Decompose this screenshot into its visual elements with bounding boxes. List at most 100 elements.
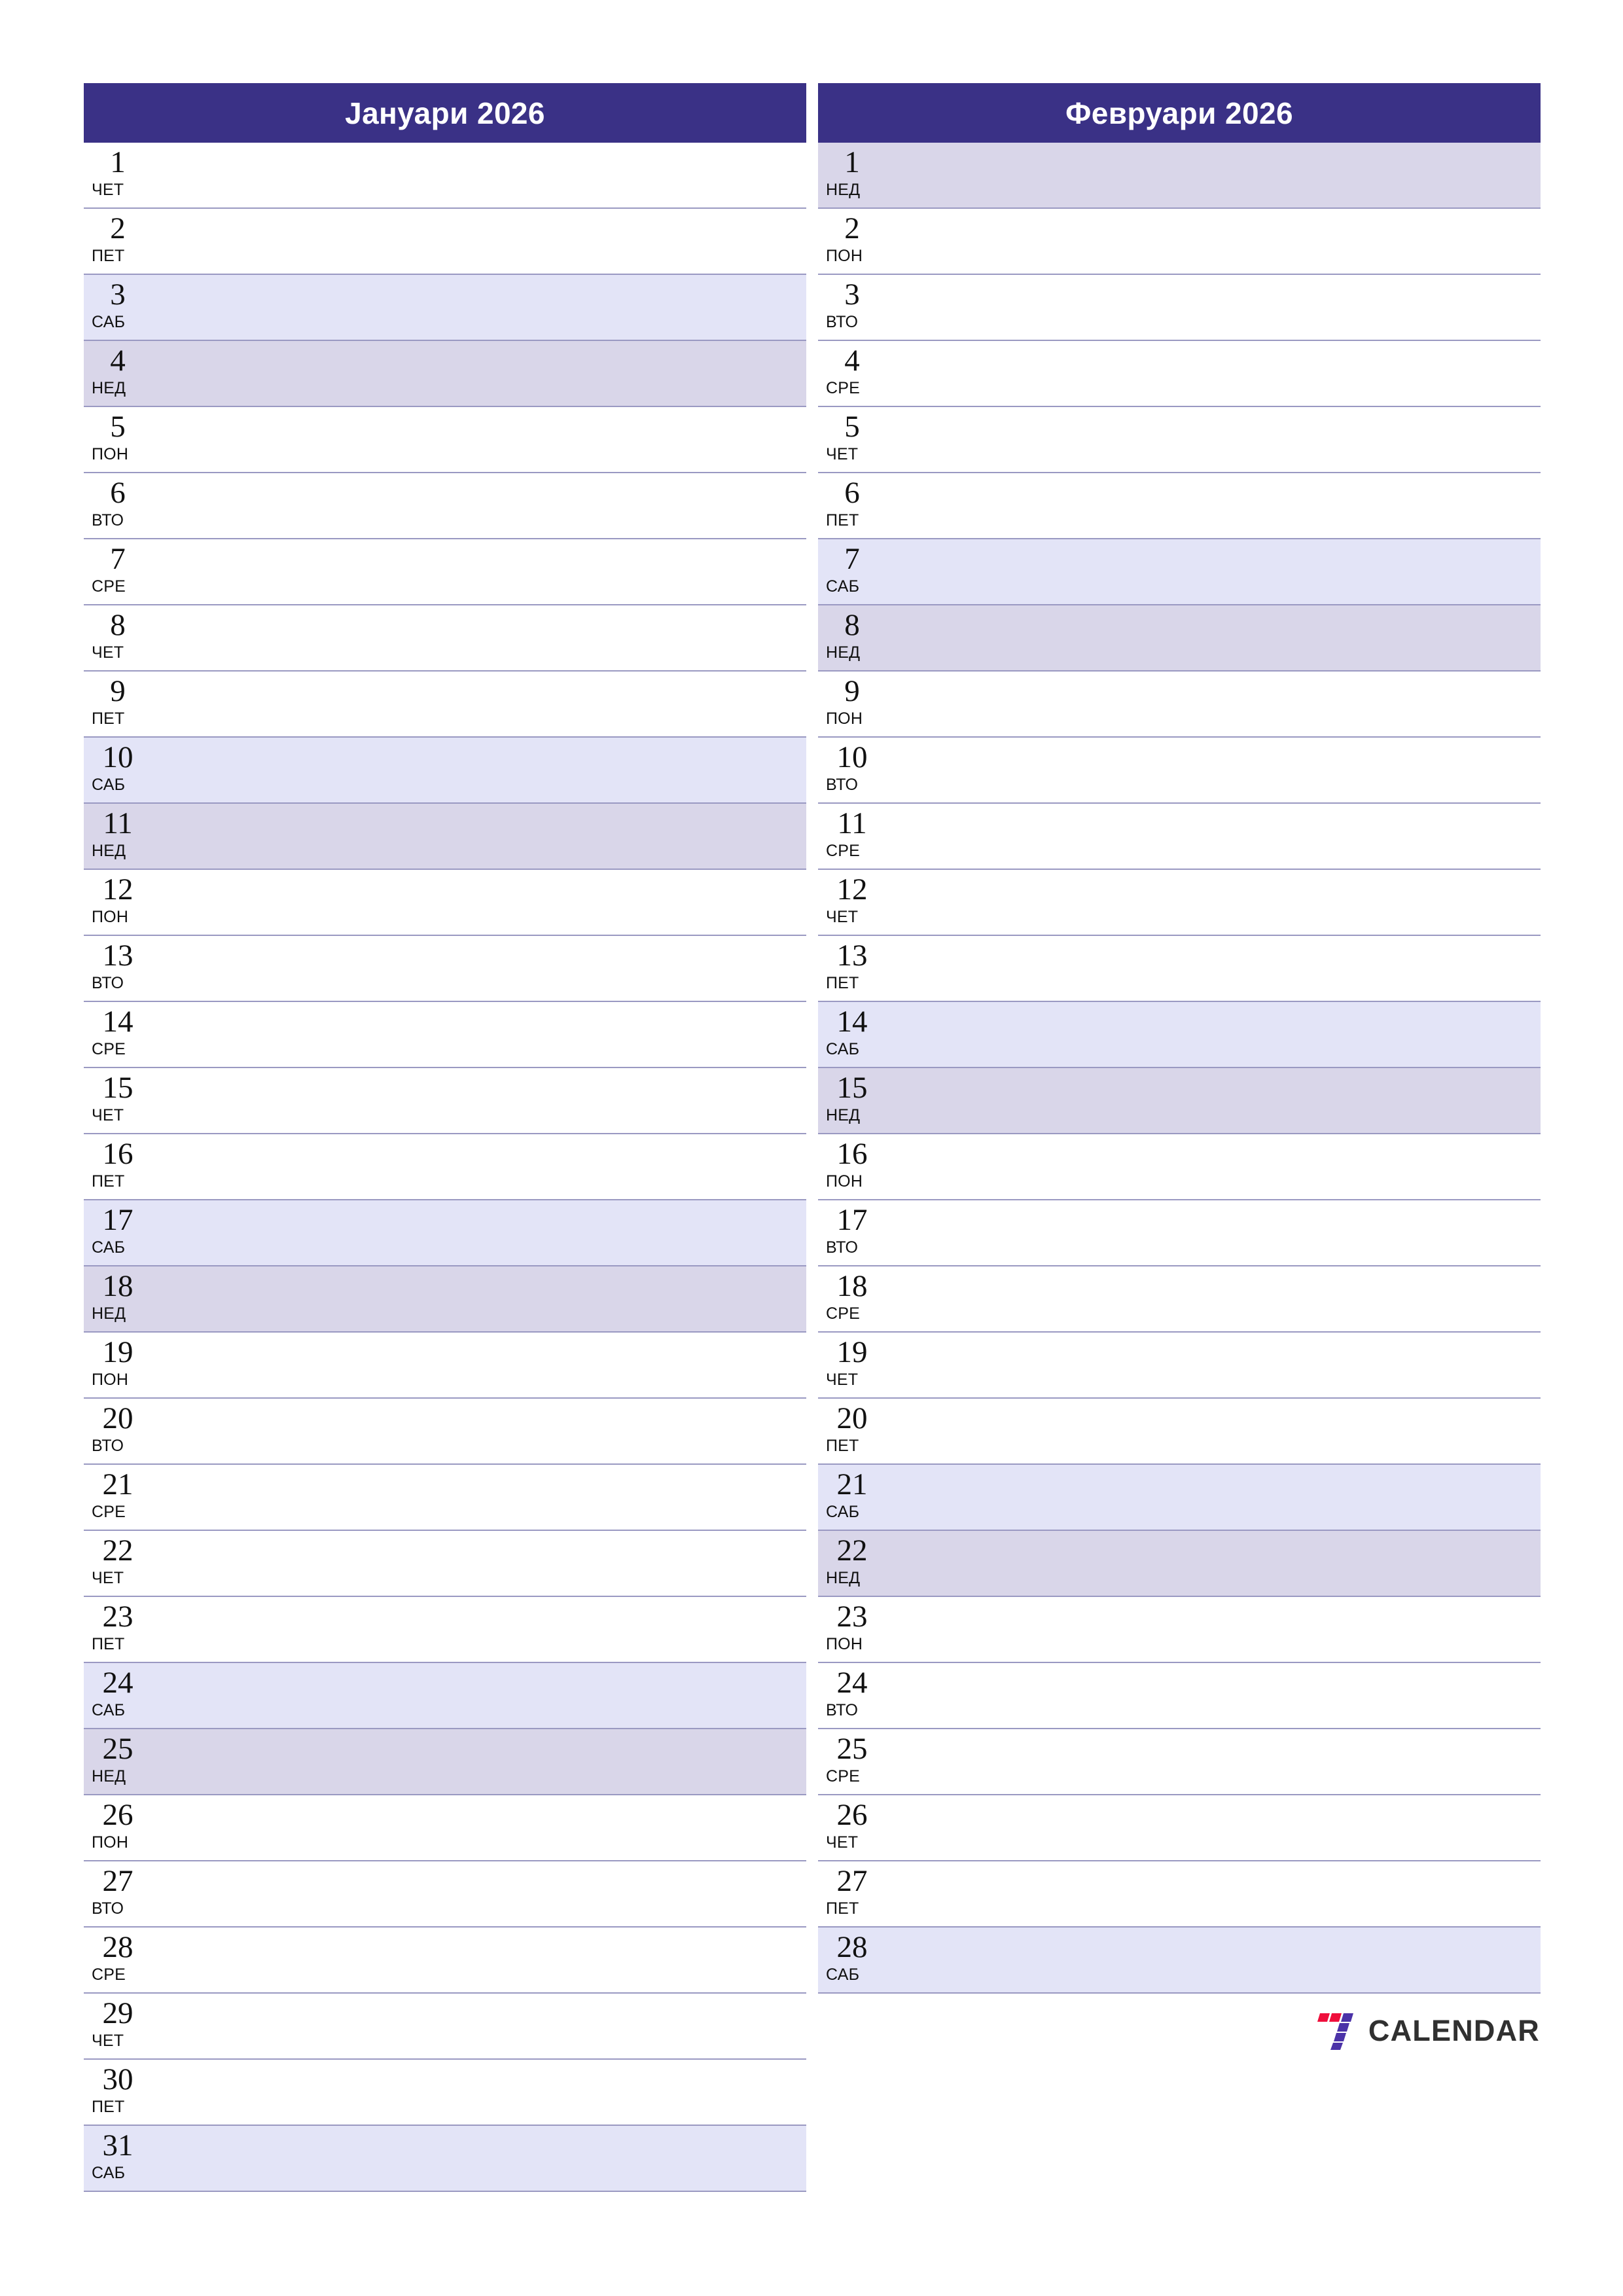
- day-note-area[interactable]: [154, 2126, 806, 2191]
- day-note-area[interactable]: [889, 473, 1541, 538]
- day-row[interactable]: 20 ПЕТ: [818, 1399, 1541, 1465]
- day-row[interactable]: 18 НЕД: [84, 1266, 806, 1333]
- day-row[interactable]: 4 НЕД: [84, 341, 806, 407]
- day-note-area[interactable]: [889, 1597, 1541, 1662]
- day-row[interactable]: 11 НЕД: [84, 804, 806, 870]
- day-row[interactable]: 8 НЕД: [818, 605, 1541, 672]
- day-note-area[interactable]: [889, 1333, 1541, 1397]
- day-row[interactable]: 26 ЧЕТ: [818, 1795, 1541, 1861]
- day-row[interactable]: 25 НЕД: [84, 1729, 806, 1795]
- day-row[interactable]: 20 ВТО: [84, 1399, 806, 1465]
- day-row[interactable]: 29 ЧЕТ: [84, 1994, 806, 2060]
- day-row[interactable]: 21 СРЕ: [84, 1465, 806, 1531]
- day-note-area[interactable]: [154, 1861, 806, 1926]
- day-note-area[interactable]: [154, 539, 806, 604]
- day-row[interactable]: 1 ЧЕТ: [84, 143, 806, 209]
- day-row[interactable]: 24 ВТО: [818, 1663, 1541, 1729]
- day-row[interactable]: 7 СРЕ: [84, 539, 806, 605]
- day-row[interactable]: 17 ВТО: [818, 1200, 1541, 1266]
- day-note-area[interactable]: [154, 1729, 806, 1794]
- day-note-area[interactable]: [889, 1068, 1541, 1133]
- day-note-area[interactable]: [889, 870, 1541, 935]
- day-row[interactable]: 17 САБ: [84, 1200, 806, 1266]
- day-note-area[interactable]: [154, 1134, 806, 1199]
- day-note-area[interactable]: [154, 1002, 806, 1067]
- day-row[interactable]: 18 СРЕ: [818, 1266, 1541, 1333]
- day-note-area[interactable]: [889, 672, 1541, 736]
- day-note-area[interactable]: [889, 936, 1541, 1001]
- day-row[interactable]: 6 ВТО: [84, 473, 806, 539]
- day-note-area[interactable]: [154, 804, 806, 869]
- day-row[interactable]: 3 ВТО: [818, 275, 1541, 341]
- day-row[interactable]: 16 ПЕТ: [84, 1134, 806, 1200]
- day-row[interactable]: 4 СРЕ: [818, 341, 1541, 407]
- day-row[interactable]: 6 ПЕТ: [818, 473, 1541, 539]
- day-row[interactable]: 8 ЧЕТ: [84, 605, 806, 672]
- day-row[interactable]: 9 ПЕТ: [84, 672, 806, 738]
- day-row[interactable]: 31 САБ: [84, 2126, 806, 2192]
- day-note-area[interactable]: [889, 1134, 1541, 1199]
- day-row[interactable]: 24 САБ: [84, 1663, 806, 1729]
- day-row[interactable]: 28 СРЕ: [84, 1928, 806, 1994]
- day-note-area[interactable]: [154, 1597, 806, 1662]
- day-note-area[interactable]: [889, 804, 1541, 869]
- day-row[interactable]: 19 ПОН: [84, 1333, 806, 1399]
- day-row[interactable]: 5 ПОН: [84, 407, 806, 473]
- day-note-area[interactable]: [889, 1663, 1541, 1728]
- day-row[interactable]: 25 СРЕ: [818, 1729, 1541, 1795]
- day-row[interactable]: 14 СРЕ: [84, 1002, 806, 1068]
- day-row[interactable]: 21 САБ: [818, 1465, 1541, 1531]
- day-note-area[interactable]: [154, 870, 806, 935]
- day-note-area[interactable]: [154, 1200, 806, 1265]
- day-note-area[interactable]: [154, 1266, 806, 1331]
- day-row[interactable]: 14 САБ: [818, 1002, 1541, 1068]
- day-note-area[interactable]: [889, 539, 1541, 604]
- day-row[interactable]: 7 САБ: [818, 539, 1541, 605]
- day-note-area[interactable]: [889, 1795, 1541, 1860]
- day-row[interactable]: 12 ЧЕТ: [818, 870, 1541, 936]
- day-note-area[interactable]: [889, 1531, 1541, 1596]
- day-note-area[interactable]: [889, 605, 1541, 670]
- day-note-area[interactable]: [889, 341, 1541, 406]
- day-note-area[interactable]: [889, 1200, 1541, 1265]
- day-note-area[interactable]: [154, 1663, 806, 1728]
- day-note-area[interactable]: [154, 1994, 806, 2058]
- day-note-area[interactable]: [154, 209, 806, 274]
- day-row[interactable]: 27 ПЕТ: [818, 1861, 1541, 1928]
- day-note-area[interactable]: [154, 1068, 806, 1133]
- day-note-area[interactable]: [889, 738, 1541, 802]
- day-note-area[interactable]: [154, 143, 806, 207]
- day-row[interactable]: 12 ПОН: [84, 870, 806, 936]
- day-row[interactable]: 16 ПОН: [818, 1134, 1541, 1200]
- day-row[interactable]: 30 ПЕТ: [84, 2060, 806, 2126]
- day-note-area[interactable]: [154, 341, 806, 406]
- day-row[interactable]: 1 НЕД: [818, 143, 1541, 209]
- day-row[interactable]: 13 ВТО: [84, 936, 806, 1002]
- day-row[interactable]: 19 ЧЕТ: [818, 1333, 1541, 1399]
- day-row[interactable]: 11 СРЕ: [818, 804, 1541, 870]
- day-row[interactable]: 23 ПОН: [818, 1597, 1541, 1663]
- day-note-area[interactable]: [889, 1861, 1541, 1926]
- day-note-area[interactable]: [889, 1002, 1541, 1067]
- day-note-area[interactable]: [889, 209, 1541, 274]
- day-row[interactable]: 26 ПОН: [84, 1795, 806, 1861]
- day-note-area[interactable]: [154, 2060, 806, 2125]
- day-note-area[interactable]: [889, 1928, 1541, 1992]
- day-note-area[interactable]: [889, 1266, 1541, 1331]
- day-note-area[interactable]: [154, 738, 806, 802]
- day-row[interactable]: 10 САБ: [84, 738, 806, 804]
- day-row[interactable]: 15 ЧЕТ: [84, 1068, 806, 1134]
- day-note-area[interactable]: [154, 1531, 806, 1596]
- day-note-area[interactable]: [154, 672, 806, 736]
- day-row[interactable]: 23 ПЕТ: [84, 1597, 806, 1663]
- day-note-area[interactable]: [154, 1399, 806, 1463]
- day-note-area[interactable]: [154, 473, 806, 538]
- day-row[interactable]: 22 НЕД: [818, 1531, 1541, 1597]
- day-row[interactable]: 13 ПЕТ: [818, 936, 1541, 1002]
- day-note-area[interactable]: [889, 1729, 1541, 1794]
- day-note-area[interactable]: [154, 936, 806, 1001]
- day-row[interactable]: 5 ЧЕТ: [818, 407, 1541, 473]
- day-row[interactable]: 15 НЕД: [818, 1068, 1541, 1134]
- day-note-area[interactable]: [889, 143, 1541, 207]
- day-note-area[interactable]: [889, 1465, 1541, 1530]
